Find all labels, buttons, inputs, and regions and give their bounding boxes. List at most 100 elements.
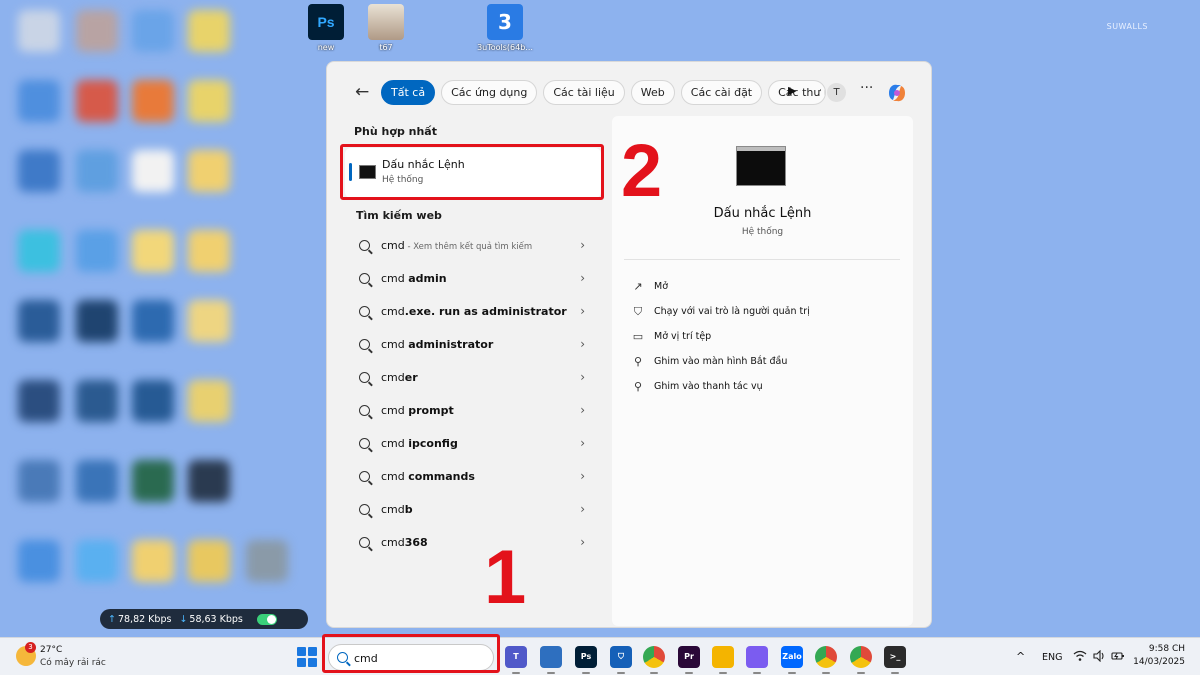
- download-arrow-icon: ↓: [179, 613, 188, 625]
- network-app-icon[interactable]: [540, 646, 562, 674]
- web-result-item[interactable]: cmdb ›: [345, 494, 601, 527]
- detail-actions: ↗ Mở ⛉ Chạy với vai trò là người quản trị ▭ M…: [632, 274, 810, 399]
- query-prefix: cmd: [381, 239, 405, 252]
- premiere-icon[interactable]: Pr: [678, 646, 700, 674]
- web-result-item[interactable]: cmd368 ›: [345, 527, 601, 560]
- query-prefix: cmd: [381, 338, 409, 351]
- more-options-icon[interactable]: ···: [860, 80, 873, 96]
- web-result-item[interactable]: cmd administrator ›: [345, 329, 601, 362]
- notification-badge: 3: [25, 642, 36, 653]
- step-2-annotation: 2: [621, 129, 663, 212]
- teams-icon[interactable]: T: [505, 646, 527, 674]
- terminal-icon[interactable]: >_: [884, 646, 906, 674]
- query-prefix: cmd: [381, 404, 409, 417]
- clock-time: 9:58 CH: [1148, 644, 1185, 654]
- show-hidden-icons-chevron-icon[interactable]: ^: [1016, 650, 1025, 675]
- chevron-right-icon: ›: [580, 403, 585, 417]
- web-result-item[interactable]: cmd - Xem thêm kết quả tìm kiếm ›: [345, 230, 601, 263]
- copilot-icon[interactable]: [885, 81, 909, 105]
- query-hint: - Xem thêm kết quả tìm kiếm: [404, 242, 533, 252]
- divider: [624, 259, 900, 260]
- file-explorer-icon[interactable]: [712, 646, 734, 674]
- search-icon: [359, 471, 370, 482]
- chevron-right-icon: ›: [580, 370, 585, 384]
- tab-settings[interactable]: Các cài đặt: [680, 80, 763, 105]
- avatar[interactable]: T: [827, 83, 846, 102]
- tab-documents[interactable]: Các tài liệu: [543, 80, 625, 105]
- zalo-icon[interactable]: Zalo: [781, 646, 803, 674]
- copilot-icon[interactable]: [746, 646, 768, 674]
- desktop-icon-3utools[interactable]: 3 3uTools(64b...: [473, 4, 537, 52]
- chevron-right-icon: ›: [580, 271, 585, 285]
- search-toolbar: ← Tất cả Các ứng dụng Các tài liệu Web C…: [327, 76, 931, 110]
- web-result-item[interactable]: cmder ›: [345, 362, 601, 395]
- highlight-box-best-match: [340, 144, 604, 200]
- desktop-icon-new[interactable]: Ps new: [294, 4, 358, 52]
- defender-icon[interactable]: ⛉: [610, 646, 632, 674]
- watermark: SUWALLS: [1106, 22, 1148, 31]
- windows-logo-icon: [297, 647, 306, 656]
- tab-web[interactable]: Web: [630, 80, 675, 105]
- chrome-profile-icon[interactable]: [815, 646, 837, 674]
- chevron-right-icon: ›: [580, 469, 585, 483]
- query-prefix: cmd: [381, 305, 405, 318]
- system-clock[interactable]: 9:58 CH 14/03/2025: [1133, 643, 1185, 669]
- photoshop-icon[interactable]: Ps: [575, 646, 597, 674]
- start-button[interactable]: [297, 647, 317, 667]
- search-icon: [359, 372, 370, 383]
- input-language[interactable]: ENG: [1042, 652, 1062, 675]
- search-icon: [359, 240, 370, 251]
- detail-action-item[interactable]: ⚲ Ghim vào màn hình Bắt đầu: [632, 349, 810, 374]
- weather-temperature: 27°C: [40, 645, 63, 655]
- detail-action-item[interactable]: ↗ Mở: [632, 274, 810, 299]
- web-result-text: cmdb: [381, 503, 413, 516]
- web-result-item[interactable]: cmd admin ›: [345, 263, 601, 296]
- clock-date: 14/03/2025: [1133, 657, 1185, 667]
- chrome-icon[interactable]: [643, 646, 665, 674]
- chevron-right-icon: ›: [580, 337, 585, 351]
- query-suggestion: admin: [408, 272, 447, 285]
- photoshop-icon: Ps: [308, 4, 344, 40]
- search-icon: [359, 537, 370, 548]
- web-result-item[interactable]: cmd.exe. run as administrator ›: [345, 296, 601, 329]
- highlight-box-search: [322, 634, 500, 673]
- web-search-heading: Tìm kiếm web: [356, 209, 442, 222]
- query-suggestion: administrator: [408, 338, 494, 351]
- chevron-right-icon: ›: [580, 238, 585, 252]
- shield-icon: ⛉: [633, 304, 643, 318]
- best-match-heading: Phù hợp nhất: [354, 125, 437, 138]
- web-result-item[interactable]: cmd prompt ›: [345, 395, 601, 428]
- step-1-annotation: 1: [484, 535, 527, 620]
- desktop-icon-t67[interactable]: t67: [354, 4, 418, 52]
- open-icon: ↗: [633, 279, 643, 293]
- windows-logo-icon: [308, 647, 317, 656]
- query-prefix: cmd: [381, 437, 409, 450]
- detail-category: Hệ thống: [741, 227, 784, 237]
- web-result-item[interactable]: cmd commands ›: [345, 461, 601, 494]
- web-result-item[interactable]: cmd ipconfig ›: [345, 428, 601, 461]
- chevron-right-icon: ›: [580, 304, 585, 318]
- web-result-text: cmd commands: [381, 470, 475, 483]
- web-result-text: cmder: [381, 371, 418, 384]
- query-prefix: cmd: [381, 503, 405, 516]
- network-speed-widget[interactable]: ↑ 78,82 Kbps ↓ 58,63 Kbps: [100, 609, 308, 629]
- upload-speed: 78,82 Kbps: [117, 613, 172, 625]
- tab-apps[interactable]: Các ứng dụng: [441, 80, 538, 105]
- back-arrow-icon[interactable]: ←: [355, 82, 369, 102]
- query-prefix: cmd: [381, 272, 409, 285]
- wifi-icon[interactable]: [1073, 650, 1087, 662]
- chrome-profile2-icon[interactable]: [850, 646, 872, 674]
- volume-icon[interactable]: [1093, 650, 1106, 662]
- taskbar: 3 27°C Có mây rải rác T Ps ⛉ Pr Zalo >_ ^ ENG…: [0, 634, 1200, 675]
- upload-arrow-icon: ↑: [108, 613, 116, 625]
- tab-folders[interactable]: Các thư m: [768, 80, 827, 105]
- desktop-icon-label: t67: [379, 43, 393, 52]
- toggle-switch[interactable]: [256, 613, 277, 625]
- detail-action-item[interactable]: ▭ Mở vị trí tệp: [632, 324, 810, 349]
- battery-icon[interactable]: [1111, 650, 1125, 662]
- detail-action-item[interactable]: ⛉ Chạy với vai trò là người quản trị: [632, 299, 810, 324]
- tab-all[interactable]: Tất cả: [381, 80, 436, 105]
- scroll-tabs-play-icon[interactable]: ▶: [788, 84, 796, 97]
- 3utools-icon: 3: [487, 4, 523, 40]
- detail-action-item[interactable]: ⚲ Ghim vào thanh tác vụ: [632, 374, 810, 399]
